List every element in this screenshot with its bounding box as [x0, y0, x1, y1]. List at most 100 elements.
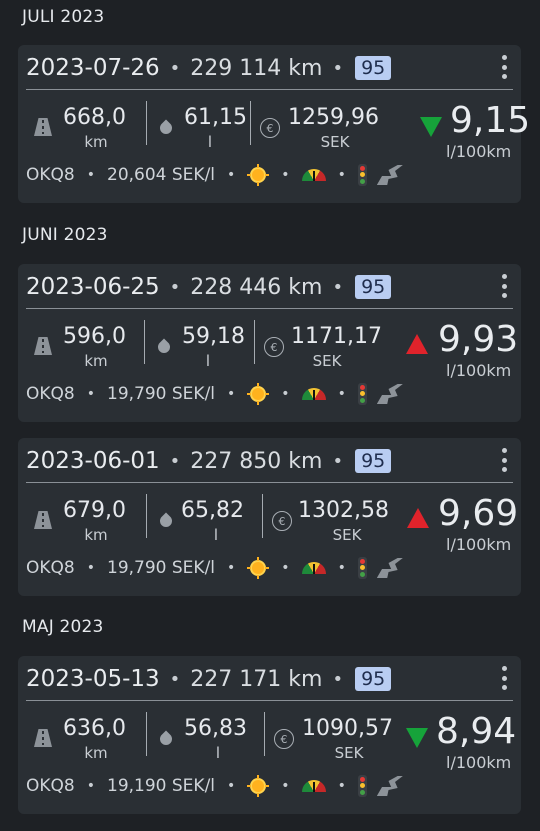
fuel-drop-icon	[157, 512, 175, 530]
cost-unit: SEK	[332, 526, 362, 544]
distance-unit: km	[84, 352, 108, 370]
consumption-value: 9,69	[438, 493, 519, 534]
separator-dot: •	[332, 450, 344, 472]
curvy-road-icon	[376, 165, 403, 185]
separator-dot: •	[86, 386, 95, 402]
station-name: OKQ8	[26, 558, 75, 578]
consumption-unit: l/100km	[446, 361, 512, 380]
card-header: 2023-06-25 • 228 446 km • 95	[26, 272, 496, 302]
volume-unit: l	[205, 352, 211, 370]
gauge-icon	[301, 388, 326, 400]
curvy-road-icon	[376, 776, 403, 796]
separator-dot: •	[169, 450, 181, 472]
odometer: 227 171 km	[190, 666, 323, 692]
divider	[146, 712, 147, 756]
card-footer: OKQ8 • 19,790 SEK/l • • •	[26, 556, 403, 580]
divider	[144, 320, 145, 364]
separator-dot: •	[337, 560, 346, 576]
divider	[26, 308, 513, 309]
curvy-road-icon	[376, 558, 403, 578]
gauge-icon	[301, 562, 326, 574]
gauge-icon	[301, 169, 326, 181]
distance-value: 596,0	[63, 324, 126, 349]
price-per-liter: 20,604 SEK/l	[107, 165, 216, 185]
distance-value: 679,0	[63, 498, 126, 523]
distance-unit: km	[84, 744, 108, 762]
divider	[264, 712, 265, 756]
more-vert-icon[interactable]	[497, 55, 511, 79]
refuel-card[interactable]: 2023-05-13 • 227 171 km • 95 636,0 km 56…	[18, 656, 521, 814]
volume-value: 61,15	[184, 105, 247, 130]
separator-dot: •	[332, 668, 344, 690]
separator-dot: •	[227, 386, 236, 402]
card-footer: OKQ8 • 20,604 SEK/l • • •	[26, 163, 403, 187]
cost-value: 1171,17	[291, 324, 382, 349]
volume-unit: l	[213, 526, 219, 544]
volume-unit: l	[207, 133, 213, 151]
cost-value: 1302,58	[298, 498, 389, 523]
fuel-type-badge: 95	[355, 449, 392, 473]
divider	[146, 101, 147, 145]
traffic-light-icon	[357, 383, 367, 405]
station-name: OKQ8	[26, 384, 75, 404]
cost-unit: SEK	[320, 133, 350, 151]
card-footer: OKQ8 • 19,190 SEK/l • • •	[26, 774, 403, 798]
refuel-card[interactable]: 2023-06-01 • 227 850 km • 95 679,0 km 65…	[18, 438, 521, 596]
odometer: 227 850 km	[190, 448, 323, 474]
station-name: OKQ8	[26, 165, 75, 185]
fuel-drop-icon	[157, 119, 175, 137]
month-header-june: JUNI 2023	[22, 225, 108, 245]
road-icon	[34, 729, 52, 747]
refuel-card[interactable]: 2023-07-26 • 229 114 km • 95 668,0 km 61…	[18, 45, 530, 203]
station-name: OKQ8	[26, 776, 75, 796]
fuel-drop-icon	[157, 730, 175, 748]
separator-dot: •	[332, 57, 344, 79]
euro-icon: €	[274, 729, 294, 749]
fuel-drop-icon	[155, 338, 173, 356]
distance-unit: km	[84, 133, 108, 151]
divider	[146, 494, 147, 538]
more-vert-icon[interactable]	[497, 448, 511, 472]
separator-dot: •	[86, 560, 95, 576]
more-vert-icon[interactable]	[497, 274, 511, 298]
volume-unit: l	[215, 744, 221, 762]
consumption-unit: l/100km	[446, 142, 512, 161]
fuel-type-badge: 95	[355, 56, 392, 80]
cost-value: 1259,96	[288, 105, 379, 130]
consumption-unit: l/100km	[446, 753, 512, 772]
separator-dot: •	[169, 57, 181, 79]
refuel-card[interactable]: 2023-06-25 • 228 446 km • 95 596,0 km 59…	[18, 264, 521, 422]
volume-value: 65,82	[181, 498, 244, 523]
refuel-date: 2023-06-01	[26, 448, 160, 474]
odometer: 228 446 km	[190, 274, 323, 300]
sun-icon	[247, 775, 270, 797]
consumption-value: 8,94	[436, 711, 517, 752]
separator-dot: •	[337, 778, 346, 794]
cost-unit: SEK	[334, 744, 364, 762]
separator-dot: •	[332, 276, 344, 298]
traffic-light-icon	[357, 557, 367, 579]
card-header: 2023-05-13 • 227 171 km • 95	[26, 664, 496, 694]
separator-dot: •	[281, 778, 290, 794]
divider	[26, 482, 513, 483]
separator-dot: •	[337, 167, 346, 183]
euro-icon: €	[264, 337, 284, 357]
cost-unit: SEK	[312, 352, 342, 370]
more-vert-icon[interactable]	[497, 666, 511, 690]
road-icon	[34, 118, 52, 136]
separator-dot: •	[169, 276, 181, 298]
euro-icon: €	[272, 511, 292, 531]
separator-dot: •	[227, 778, 236, 794]
separator-dot: •	[337, 386, 346, 402]
separator-dot: •	[86, 167, 95, 183]
traffic-light-icon	[357, 775, 367, 797]
sun-icon	[247, 164, 270, 186]
divider	[254, 320, 255, 364]
gauge-icon	[301, 780, 326, 792]
consumption-unit: l/100km	[446, 535, 512, 554]
separator-dot: •	[281, 167, 290, 183]
cost-value: 1090,57	[302, 716, 393, 741]
separator-dot: •	[86, 778, 95, 794]
refuel-date: 2023-07-26	[26, 55, 160, 81]
distance-value: 636,0	[63, 716, 126, 741]
